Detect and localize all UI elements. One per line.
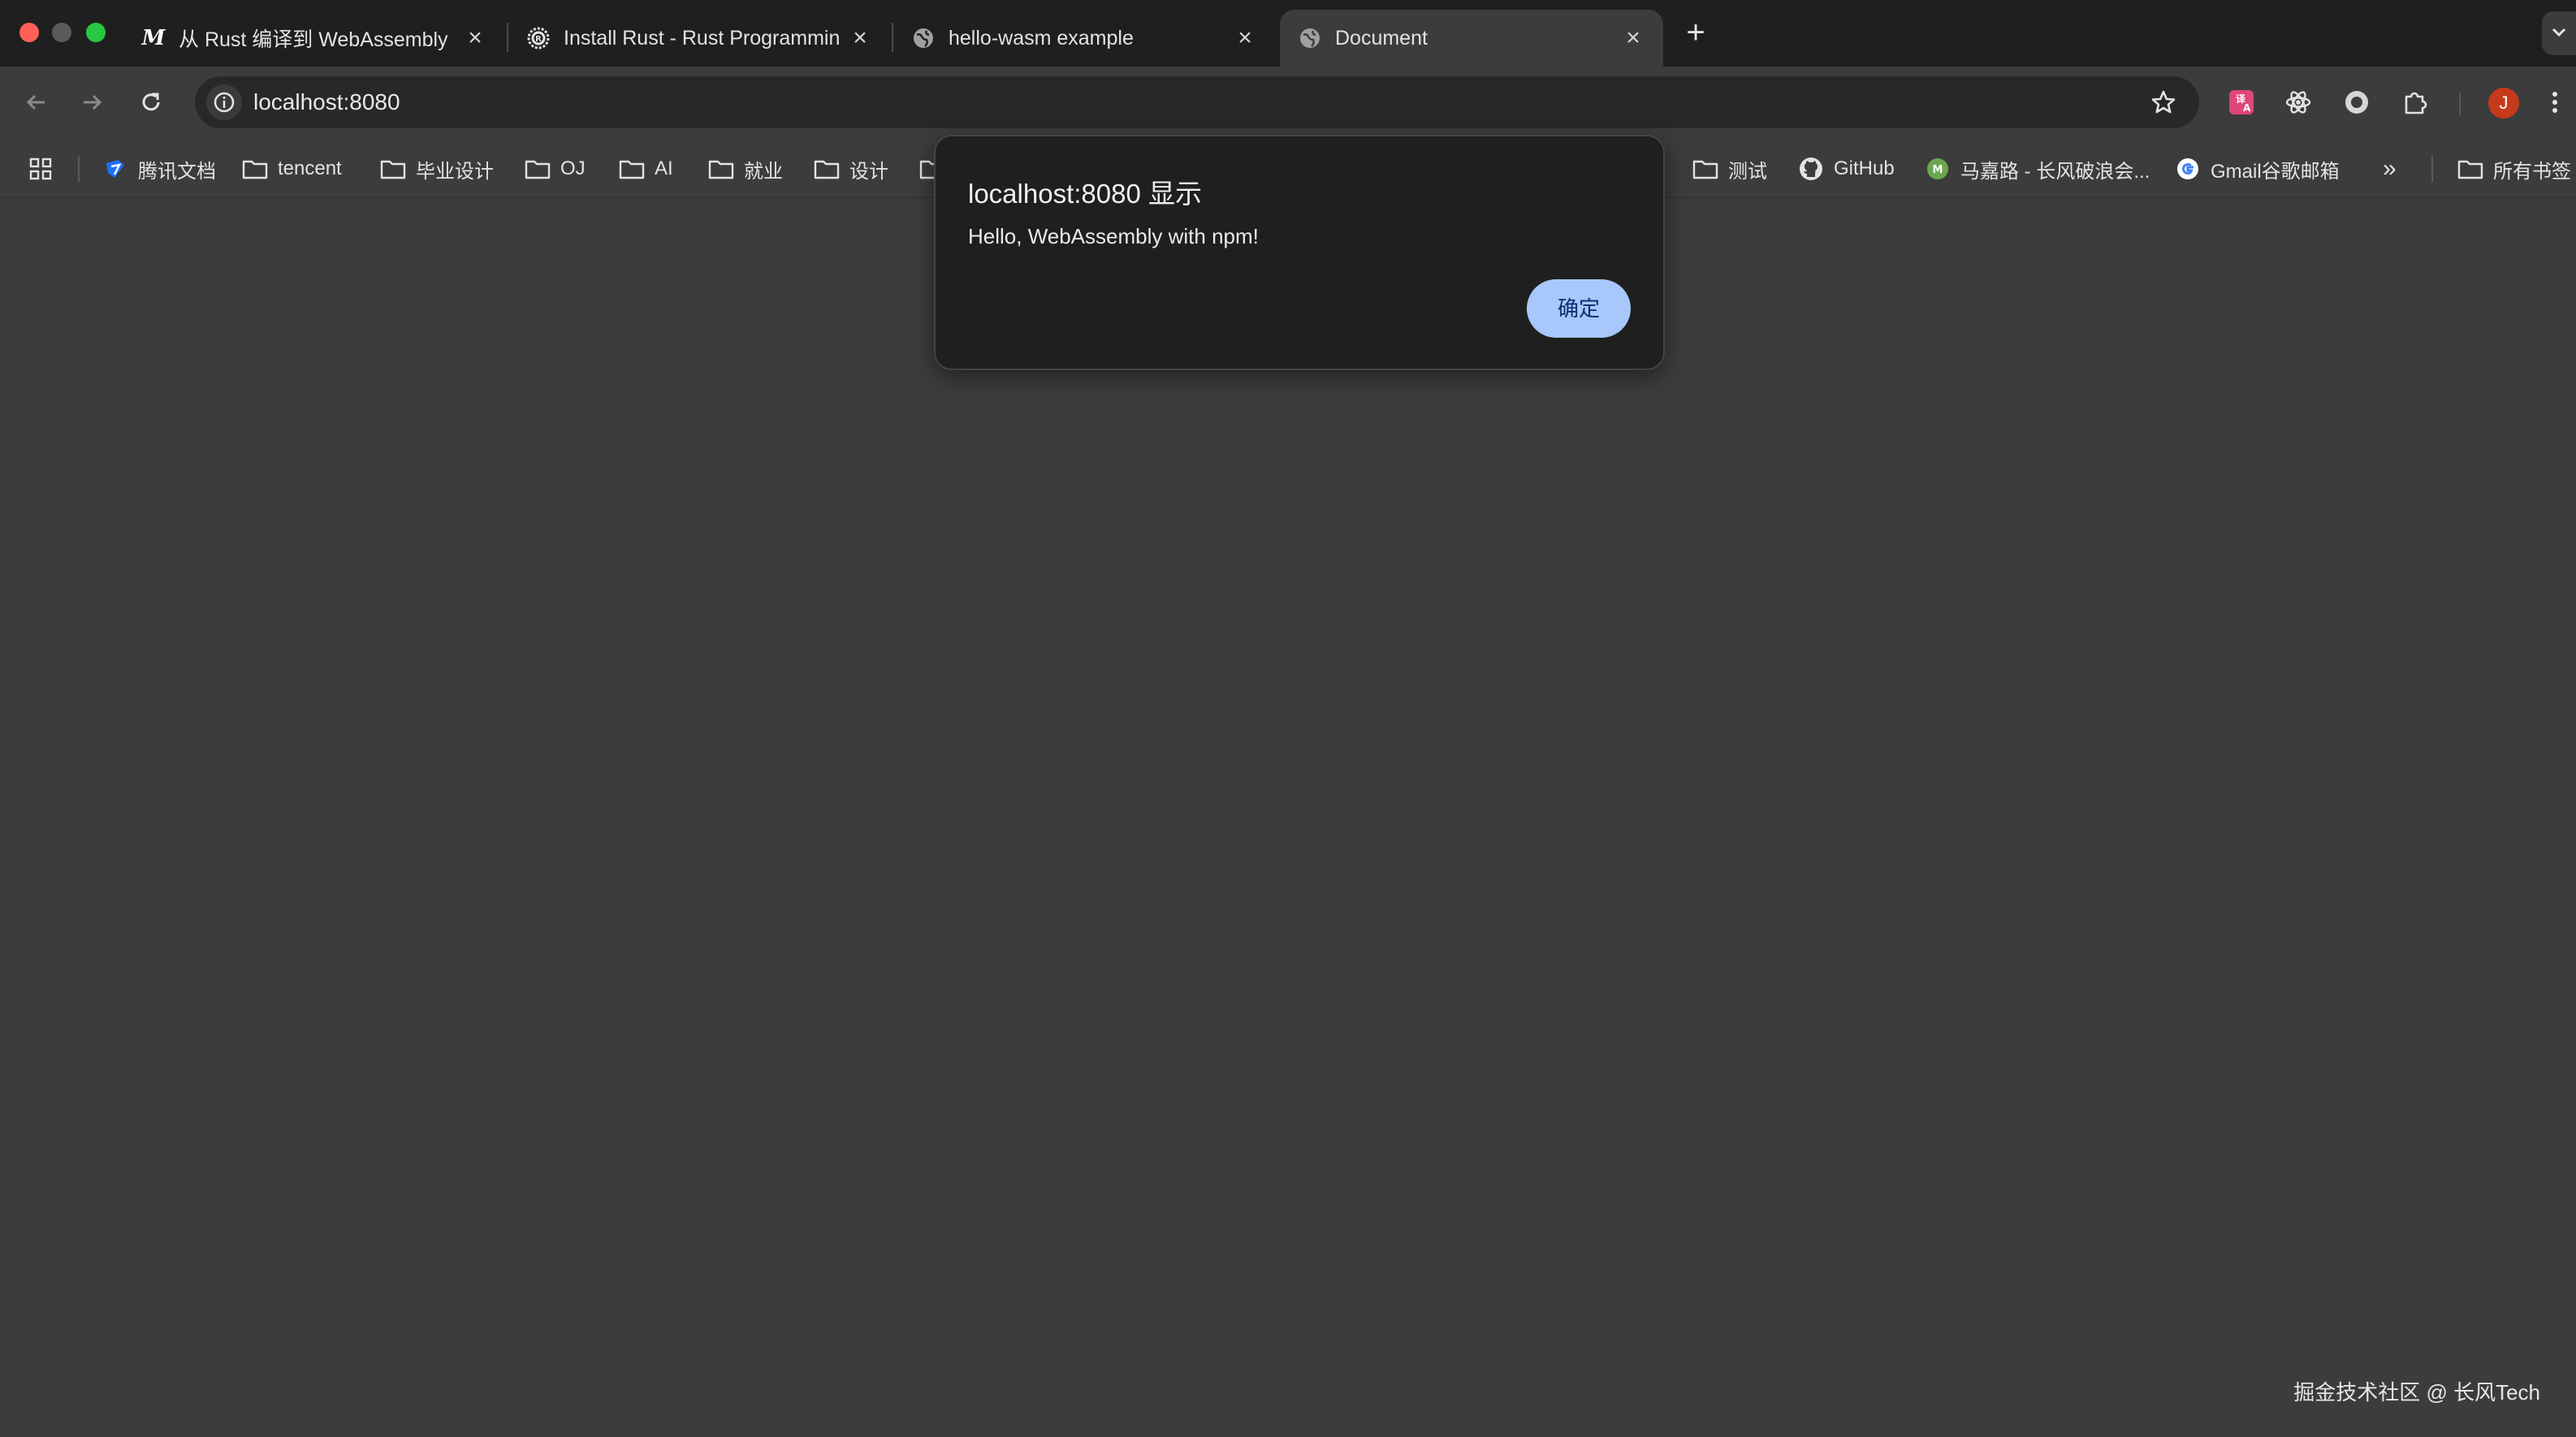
extensions-puzzle-icon[interactable] bbox=[2399, 86, 2431, 119]
tab-strip: M 从 Rust 编译到 WebAssembly × R Install Rus… bbox=[0, 0, 2576, 67]
globe-icon bbox=[911, 26, 936, 50]
tab-install-rust[interactable]: R Install Rust - Rust Programming Langua… bbox=[508, 10, 890, 67]
svg-text:A: A bbox=[2243, 102, 2251, 114]
bookmark-label: 设计 bbox=[849, 160, 888, 183]
tab-search-button[interactable] bbox=[2542, 11, 2576, 55]
bookmark-folder-design[interactable]: 设计 bbox=[814, 153, 888, 185]
folder-icon bbox=[814, 156, 840, 182]
bookmark-folder-tencent[interactable]: tencent bbox=[242, 153, 342, 185]
close-icon[interactable]: × bbox=[463, 24, 487, 51]
github-icon bbox=[1798, 156, 1824, 182]
dialog-message: Hello, WebAssembly with npm! bbox=[968, 224, 1259, 248]
bookmark-label: AI bbox=[655, 158, 673, 179]
profile-avatar[interactable]: J bbox=[2488, 88, 2519, 119]
bookmarks-overflow-button[interactable]: » bbox=[2383, 153, 2397, 185]
bookmark-folder-ai[interactable]: AI bbox=[619, 153, 673, 185]
url-text[interactable]: localhost:8080 bbox=[253, 76, 400, 128]
all-bookmarks-folder[interactable]: 所有书签 bbox=[2457, 153, 2571, 185]
browser-toolbar: localhost:8080 译A J bbox=[0, 67, 2576, 138]
close-icon[interactable]: × bbox=[1233, 24, 1257, 51]
tab-document[interactable]: Document × bbox=[1280, 10, 1663, 67]
alert-dialog: localhost:8080 显示 Hello, WebAssembly wit… bbox=[934, 135, 1665, 370]
react-devtools-icon[interactable] bbox=[2282, 86, 2315, 119]
bookmark-github[interactable]: GitHub bbox=[1798, 153, 1895, 185]
watermark-text: 掘金技术社区 @ 长风Tech bbox=[2293, 1380, 2540, 1405]
tab-title: Document bbox=[1335, 26, 1428, 50]
translate-extension-icon[interactable]: 译A bbox=[2225, 86, 2258, 119]
bookmark-folder-test[interactable]: 测试 bbox=[1692, 153, 1767, 185]
mdn-logo-icon: M bbox=[141, 26, 166, 50]
arrow-left-icon bbox=[26, 94, 45, 110]
bookmark-folder-jobs[interactable]: 就业 bbox=[708, 153, 783, 185]
chevron-double-right-icon: » bbox=[2383, 155, 2397, 182]
page-content: 掘金技术社区 @ 长风Tech bbox=[0, 198, 2576, 1437]
bookmarks-separator bbox=[2431, 156, 2433, 182]
bookmarks-separator bbox=[78, 156, 80, 182]
folder-icon bbox=[708, 156, 734, 182]
window-close-button[interactable] bbox=[19, 23, 39, 42]
tab-rust-to-wasm[interactable]: M 从 Rust 编译到 WebAssembly × bbox=[123, 10, 505, 67]
folder-icon bbox=[380, 156, 406, 182]
tab-title: hello-wasm example bbox=[949, 26, 1134, 50]
close-icon[interactable]: × bbox=[848, 24, 872, 51]
bookmark-label: 就业 bbox=[744, 160, 783, 183]
tab-title: 从 Rust 编译到 WebAssembly bbox=[179, 28, 448, 51]
tencent-docs-icon bbox=[102, 156, 128, 182]
bookmark-label: 测试 bbox=[1728, 160, 1767, 183]
address-bar[interactable]: localhost:8080 bbox=[195, 76, 2199, 128]
folder-icon bbox=[1692, 156, 1718, 182]
reload-icon bbox=[142, 93, 160, 111]
bookmark-gmail[interactable]: Gmail谷歌邮箱 bbox=[2175, 153, 2340, 185]
bookmark-label: 腾讯文档 bbox=[138, 160, 216, 183]
close-icon[interactable]: × bbox=[1621, 24, 1645, 51]
chevron-down-icon bbox=[2550, 23, 2568, 45]
bookmark-star-icon[interactable] bbox=[2149, 88, 2178, 117]
record-extension-icon[interactable] bbox=[2340, 86, 2373, 119]
dialog-title: localhost:8080 显示 bbox=[968, 179, 1202, 209]
site-icon: M bbox=[1925, 156, 1951, 182]
site-info-icon[interactable] bbox=[206, 84, 242, 120]
bookmark-majialu[interactable]: M 马嘉路 - 长风破浪会... bbox=[1925, 153, 2150, 185]
tab-title: Install Rust - Rust Programming Language bbox=[564, 26, 840, 50]
folder-icon bbox=[619, 156, 645, 182]
forward-button[interactable] bbox=[76, 86, 109, 119]
bookmark-label: 所有书签 bbox=[2493, 160, 2571, 183]
bookmark-folder-graduation[interactable]: 毕业设计 bbox=[380, 153, 494, 185]
apps-grid-button[interactable] bbox=[28, 153, 63, 185]
window-minimize-button[interactable] bbox=[52, 23, 71, 42]
folder-icon bbox=[525, 156, 551, 182]
tab-hello-wasm[interactable]: hello-wasm example × bbox=[893, 10, 1275, 67]
bookmark-tencent-docs[interactable]: 腾讯文档 bbox=[102, 153, 216, 185]
new-tab-button[interactable]: + bbox=[1681, 16, 1710, 49]
bookmark-folder-oj[interactable]: OJ bbox=[525, 153, 586, 185]
folder-icon bbox=[2457, 156, 2483, 182]
apps-grid-icon bbox=[28, 156, 54, 182]
more-menu-icon[interactable] bbox=[2547, 86, 2563, 119]
bookmark-label: GitHub bbox=[1834, 158, 1895, 179]
bookmark-label: OJ bbox=[560, 158, 586, 179]
toolbar-separator bbox=[2459, 93, 2461, 115]
google-icon bbox=[2175, 156, 2201, 182]
window-maximize-button[interactable] bbox=[86, 23, 106, 42]
ok-button[interactable]: 确定 bbox=[1527, 279, 1631, 338]
reload-button[interactable] bbox=[135, 86, 167, 119]
svg-text:R: R bbox=[535, 35, 542, 44]
back-button[interactable] bbox=[19, 86, 52, 119]
bookmark-label: 毕业设计 bbox=[416, 160, 494, 183]
folder-icon bbox=[242, 156, 268, 182]
arrow-right-icon bbox=[84, 94, 102, 110]
svg-text:M: M bbox=[1933, 164, 1943, 176]
rust-logo-icon: R bbox=[526, 26, 551, 50]
globe-icon bbox=[1298, 26, 1322, 50]
bookmark-label: tencent bbox=[278, 158, 342, 179]
bookmark-label: Gmail谷歌邮箱 bbox=[2211, 160, 2340, 183]
bookmark-label: 马嘉路 - 长风破浪会... bbox=[1960, 160, 2150, 183]
